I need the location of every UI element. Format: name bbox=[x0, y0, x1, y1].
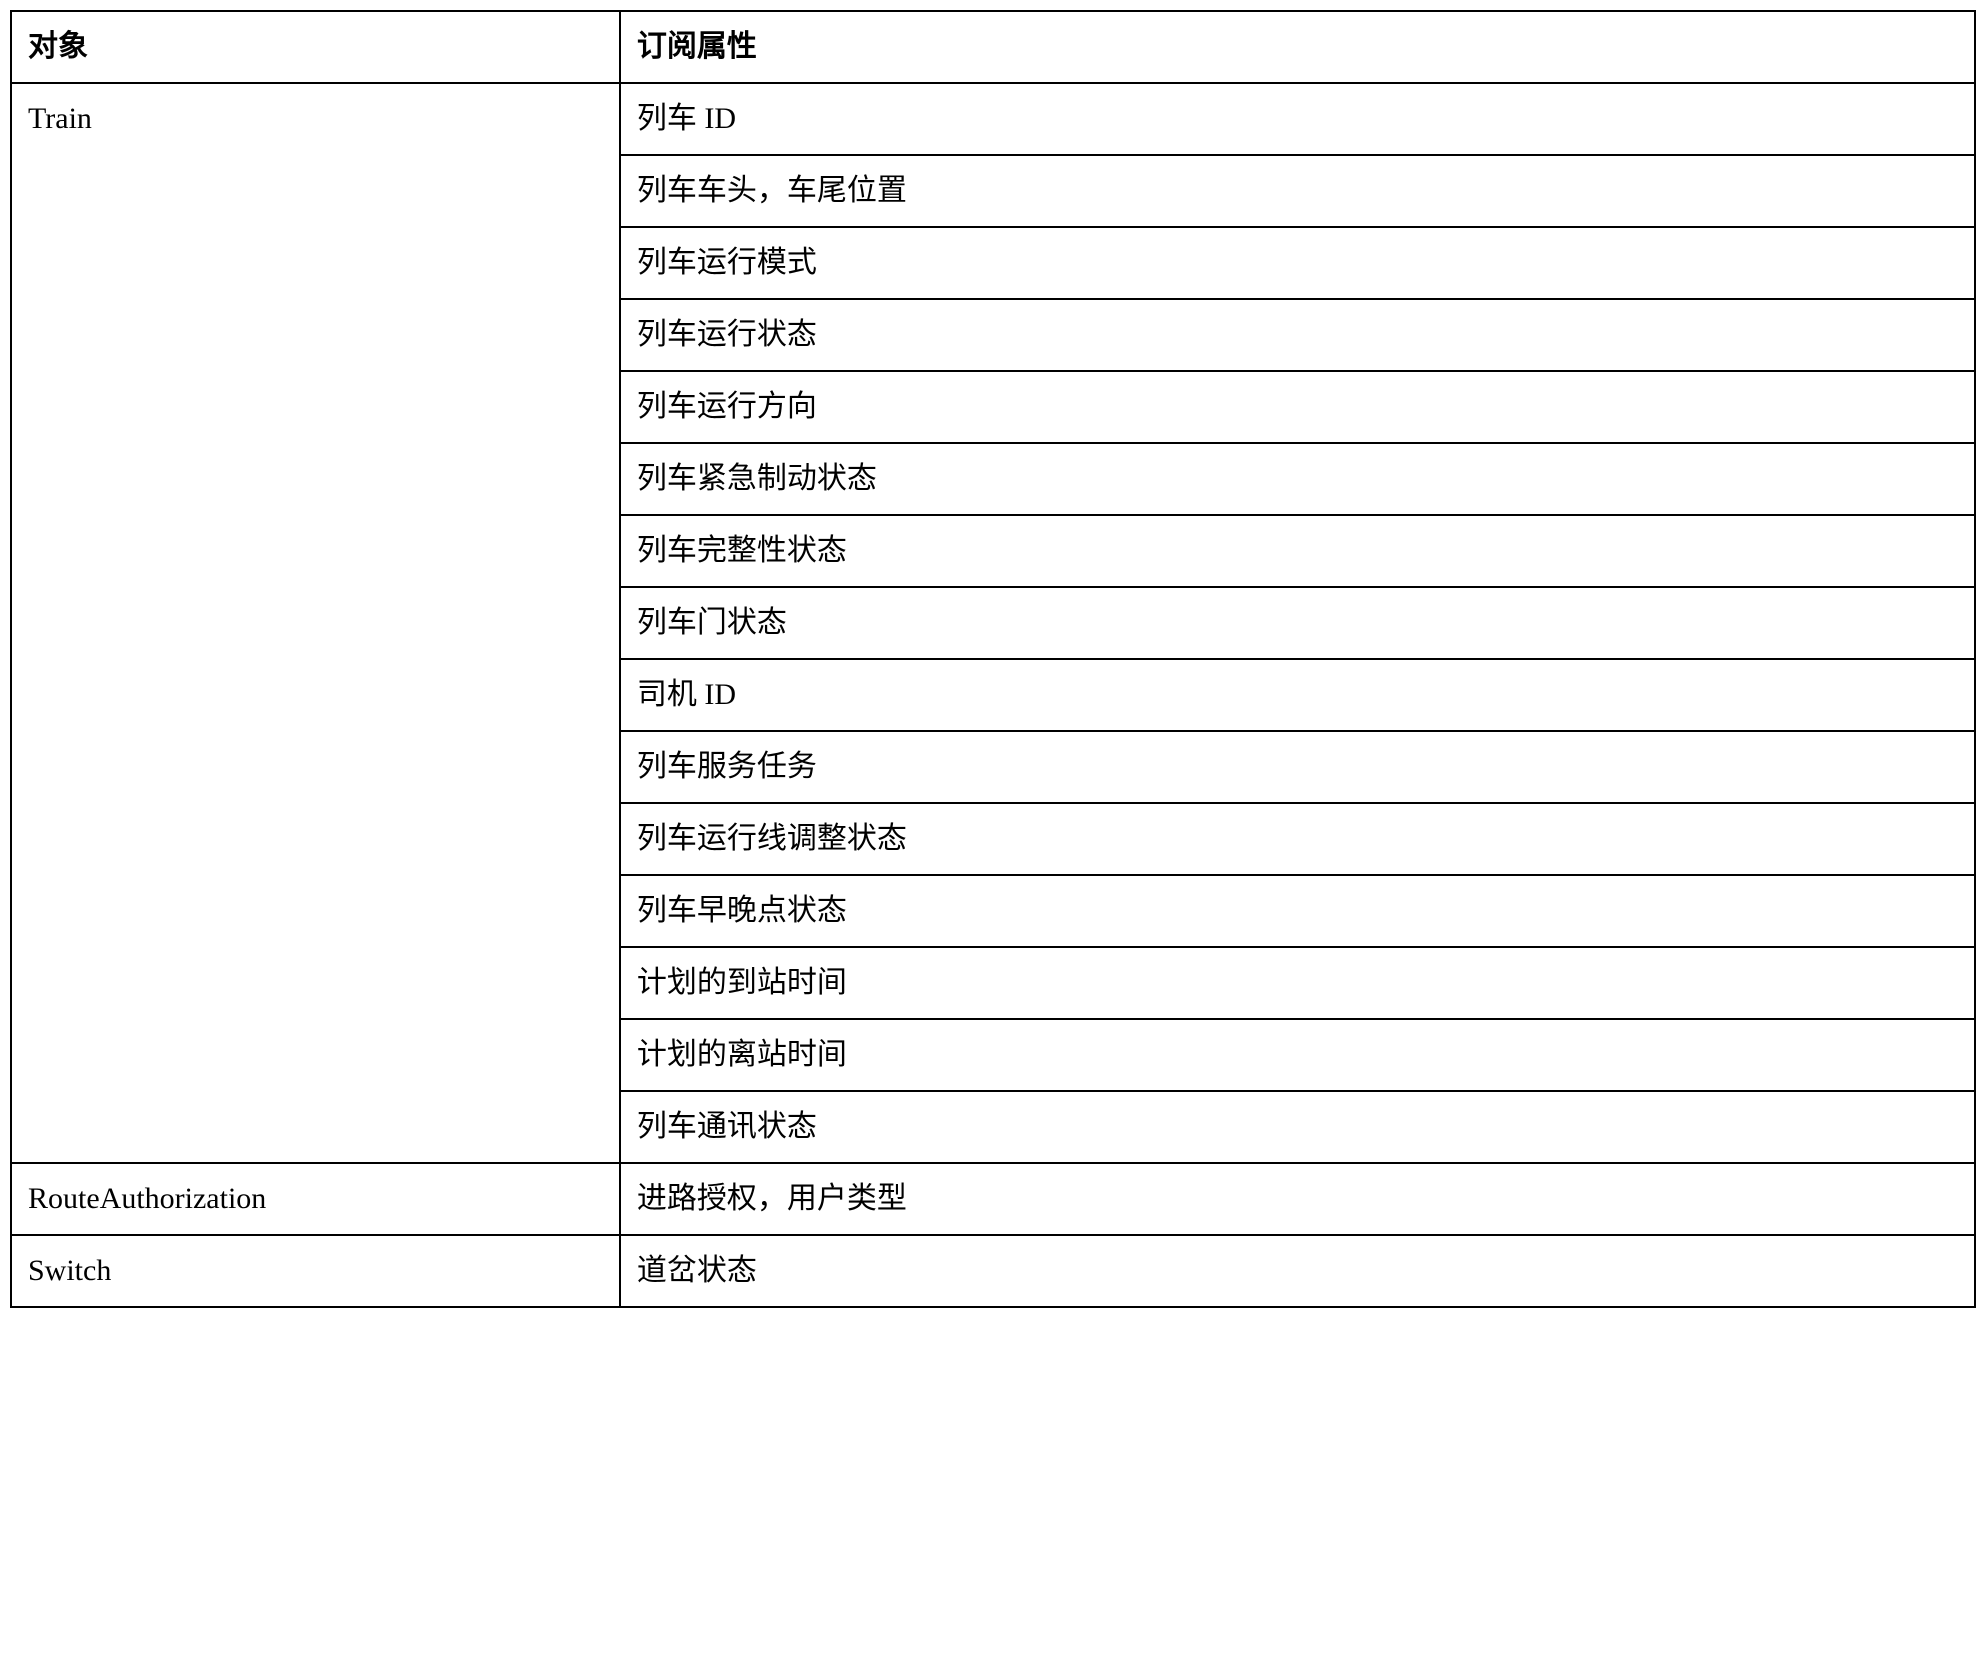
cell-attribute: 计划的到站时间 bbox=[620, 947, 1975, 1019]
cell-attribute: 列车门状态 bbox=[620, 587, 1975, 659]
cell-object-train: Train bbox=[11, 83, 620, 1163]
header-attribute: 订阅属性 bbox=[620, 11, 1975, 83]
table-row: Switch 道岔状态 bbox=[11, 1235, 1975, 1307]
cell-object-switch: Switch bbox=[11, 1235, 620, 1307]
cell-attribute: 列车完整性状态 bbox=[620, 515, 1975, 587]
cell-attribute: 列车运行方向 bbox=[620, 371, 1975, 443]
cell-attribute: 列车运行状态 bbox=[620, 299, 1975, 371]
cell-object-routeauthorization: RouteAuthorization bbox=[11, 1163, 620, 1235]
cell-attribute: 列车服务任务 bbox=[620, 731, 1975, 803]
cell-attribute: 列车通讯状态 bbox=[620, 1091, 1975, 1163]
table-container: 对象 订阅属性 Train 列车 ID 列车车头，车尾位置 列车运行模式 列车运… bbox=[10, 10, 1976, 1308]
cell-attribute: 列车运行模式 bbox=[620, 227, 1975, 299]
cell-attribute: 列车运行线调整状态 bbox=[620, 803, 1975, 875]
header-object: 对象 bbox=[11, 11, 620, 83]
cell-attribute: 列车 ID bbox=[620, 83, 1975, 155]
cell-attribute: 司机 ID bbox=[620, 659, 1975, 731]
table-row: RouteAuthorization 进路授权，用户类型 bbox=[11, 1163, 1975, 1235]
table-row: Train 列车 ID bbox=[11, 83, 1975, 155]
cell-attribute: 列车车头，车尾位置 bbox=[620, 155, 1975, 227]
cell-attribute: 列车早晚点状态 bbox=[620, 875, 1975, 947]
object-attribute-table: 对象 订阅属性 Train 列车 ID 列车车头，车尾位置 列车运行模式 列车运… bbox=[10, 10, 1976, 1308]
cell-attribute: 道岔状态 bbox=[620, 1235, 1975, 1307]
cell-attribute: 列车紧急制动状态 bbox=[620, 443, 1975, 515]
cell-attribute: 进路授权，用户类型 bbox=[620, 1163, 1975, 1235]
cell-attribute: 计划的离站时间 bbox=[620, 1019, 1975, 1091]
table-header-row: 对象 订阅属性 bbox=[11, 11, 1975, 83]
